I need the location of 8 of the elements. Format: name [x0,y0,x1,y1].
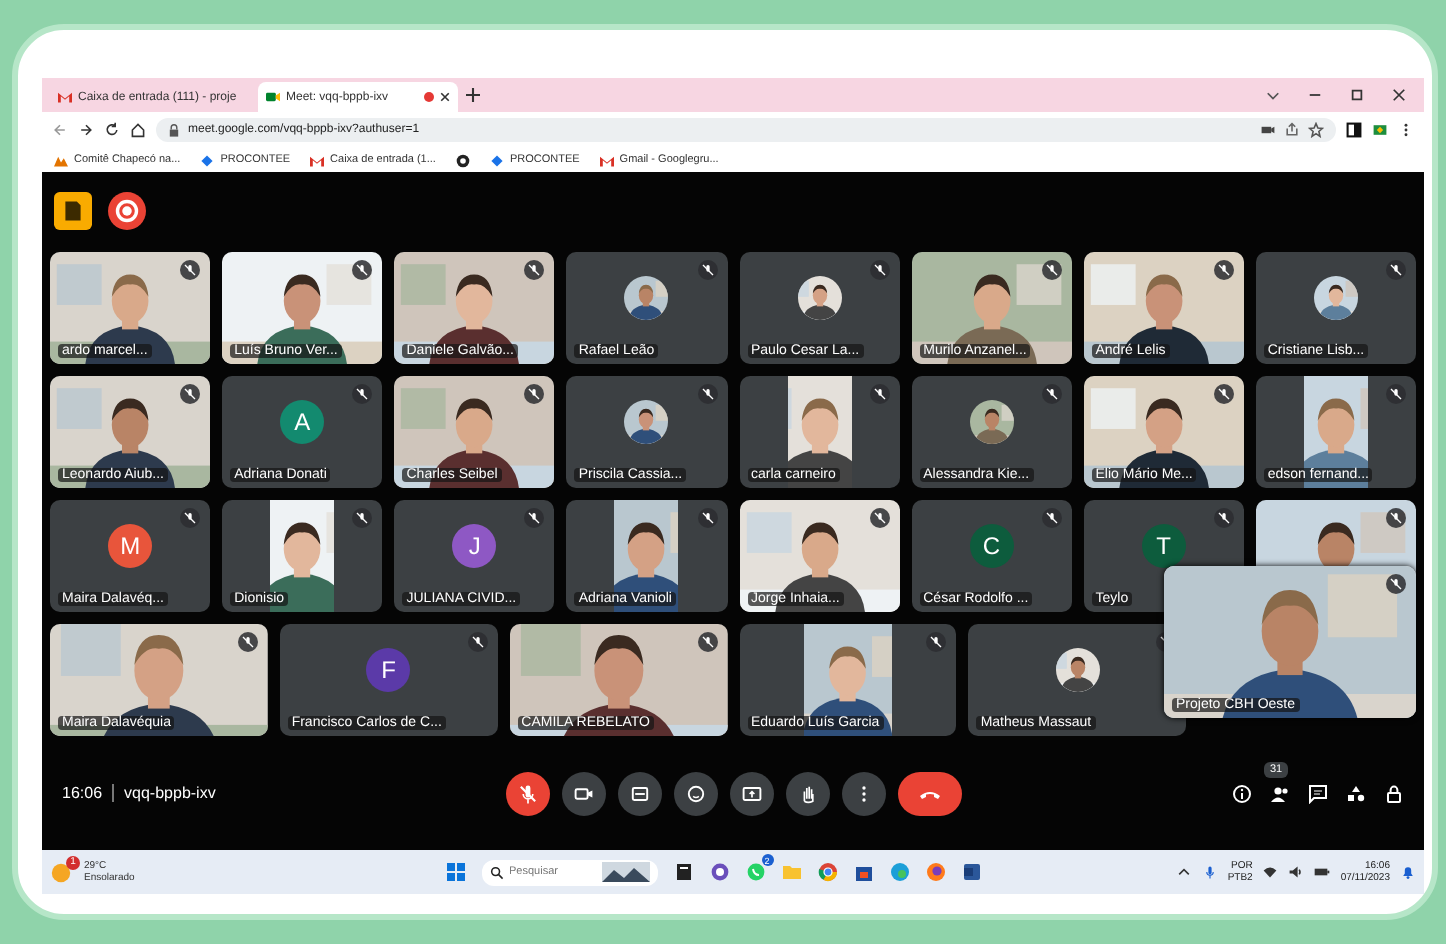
avatar-initial: F [366,648,411,692]
meeting-time: 16:06 [62,784,103,802]
avatar-initial: A [280,400,325,444]
avatar-initial: C [969,524,1014,568]
meeting-code: vqq-bppb-ixv [124,784,216,802]
avatar-initial: M [108,524,153,568]
avatar-initial: J [452,524,497,568]
avatar-initial: T [1141,524,1186,568]
